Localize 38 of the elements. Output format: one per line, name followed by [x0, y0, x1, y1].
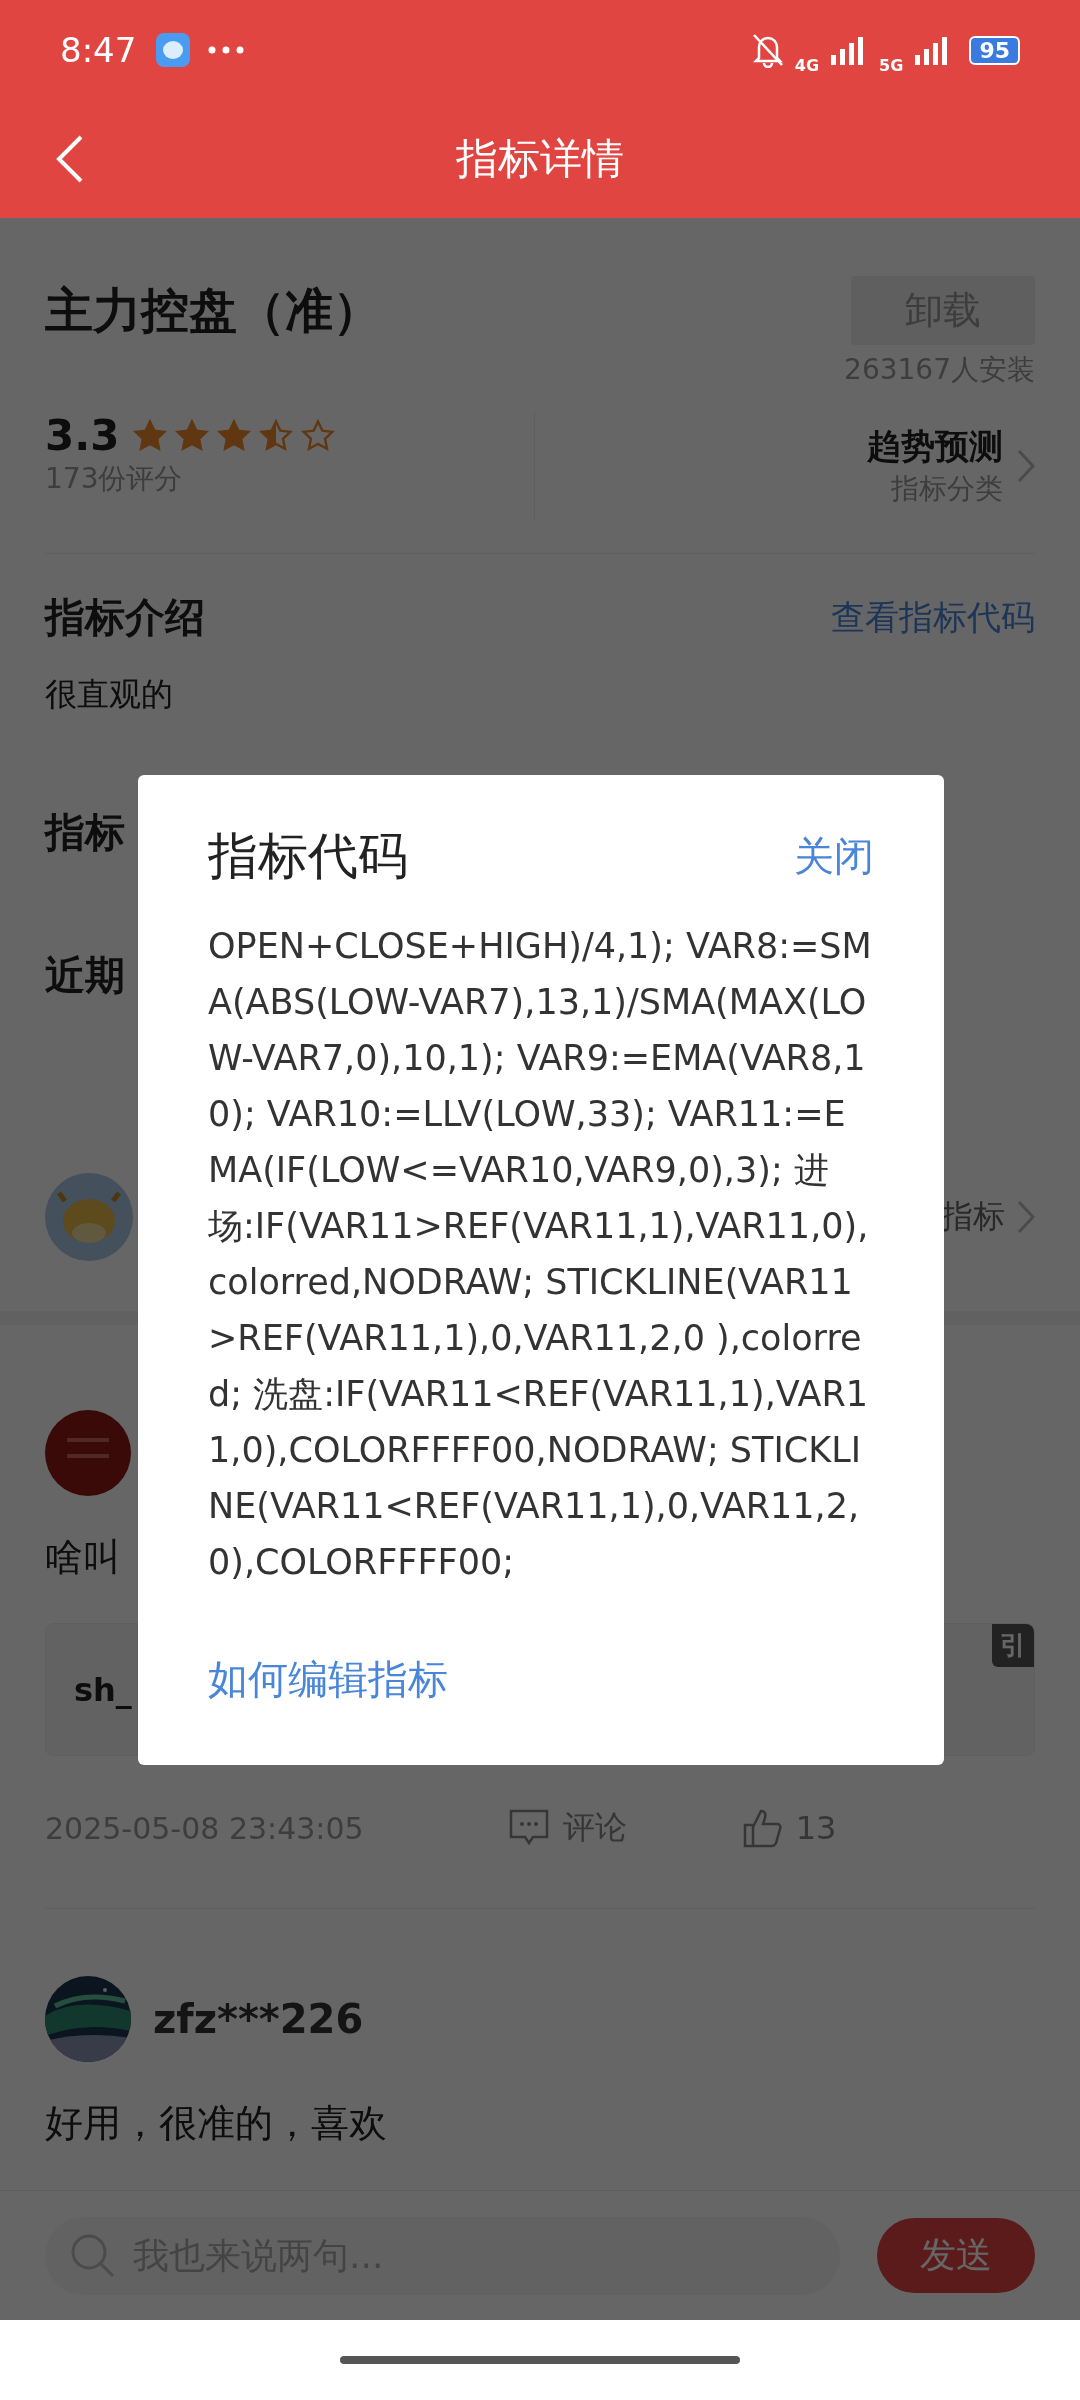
- intro-text: 很直观的: [45, 674, 173, 715]
- avatar-icon: [45, 1173, 133, 1261]
- indicator-code: OPEN+CLOSE+HIGH)/4,1); VAR8:=SMA(ABS(LOW-VAR7),13,1)/SMA(MAX(LOW-VAR7,0),10,1); VAR9:=EMA(VAR8,10); VAR10:=LLV(LOW,33); VAR11:=EMA(IF(LOW<=VAR10,VAR9,0),3); 进场:IF(VAR11>REF(VAR11,1),VAR11,0),colorred,NODRAW; STICKLINE(VAR11>REF(VAR11,1),0,VAR11,2,0 ),colorred; 洗盘:IF(VAR11<REF(VAR11,1),VAR11,0),COLORFFFF00,NODRAW; STICKLINE(VAR11<REF(VAR11,1),0,VAR11,2,0),COLORFFFF00;: [208, 925, 873, 1584]
- app-icon: [156, 33, 191, 67]
- network-label: 5G: [879, 55, 904, 75]
- half-star-icon: [259, 418, 294, 453]
- quote-tag: 引: [992, 1624, 1034, 1667]
- network-label: 4G: [794, 55, 820, 75]
- quote-text: sh_: [74, 1670, 132, 1709]
- dialog-title: 指标代码: [208, 826, 408, 887]
- more-icon: [208, 46, 245, 54]
- user-name: zfz***226: [153, 1996, 364, 2042]
- section-title: 近期: [45, 951, 125, 1000]
- indicator-name: 主力控盘（准）: [45, 280, 381, 340]
- send-button[interactable]: 发送: [877, 2218, 1035, 2293]
- star-icon: [133, 418, 168, 453]
- bell-off-icon: [750, 32, 785, 68]
- thumbs-up-icon: [741, 1808, 782, 1848]
- back-button[interactable]: [55, 134, 85, 184]
- comment-icon: [508, 1809, 549, 1847]
- help-link[interactable]: 如何编辑指标: [208, 1652, 448, 1707]
- status-time: 8:47: [60, 30, 137, 70]
- view-code-link[interactable]: 查看指标代码: [831, 594, 1035, 641]
- section-title: 指标介绍: [45, 593, 205, 642]
- battery-level: 95: [969, 35, 1020, 65]
- empty-star-icon: [301, 418, 336, 453]
- star-icon: [217, 418, 252, 453]
- close-button[interactable]: 关闭: [794, 829, 874, 884]
- comment-text: 好用，很准的，喜欢: [45, 2100, 387, 2147]
- chevron-right-icon: [1017, 449, 1035, 483]
- chevron-right-icon: [1017, 1200, 1035, 1234]
- section-title: 指标: [45, 808, 125, 857]
- indicator-link[interactable]: 指标: [941, 1195, 1035, 1239]
- avatar-icon: [45, 1410, 131, 1496]
- star-icon: [175, 418, 210, 453]
- rating-score: 3.3: [45, 411, 120, 460]
- comment-text: 啥叫: [45, 1534, 121, 1581]
- page-title: 指标详情: [456, 133, 624, 185]
